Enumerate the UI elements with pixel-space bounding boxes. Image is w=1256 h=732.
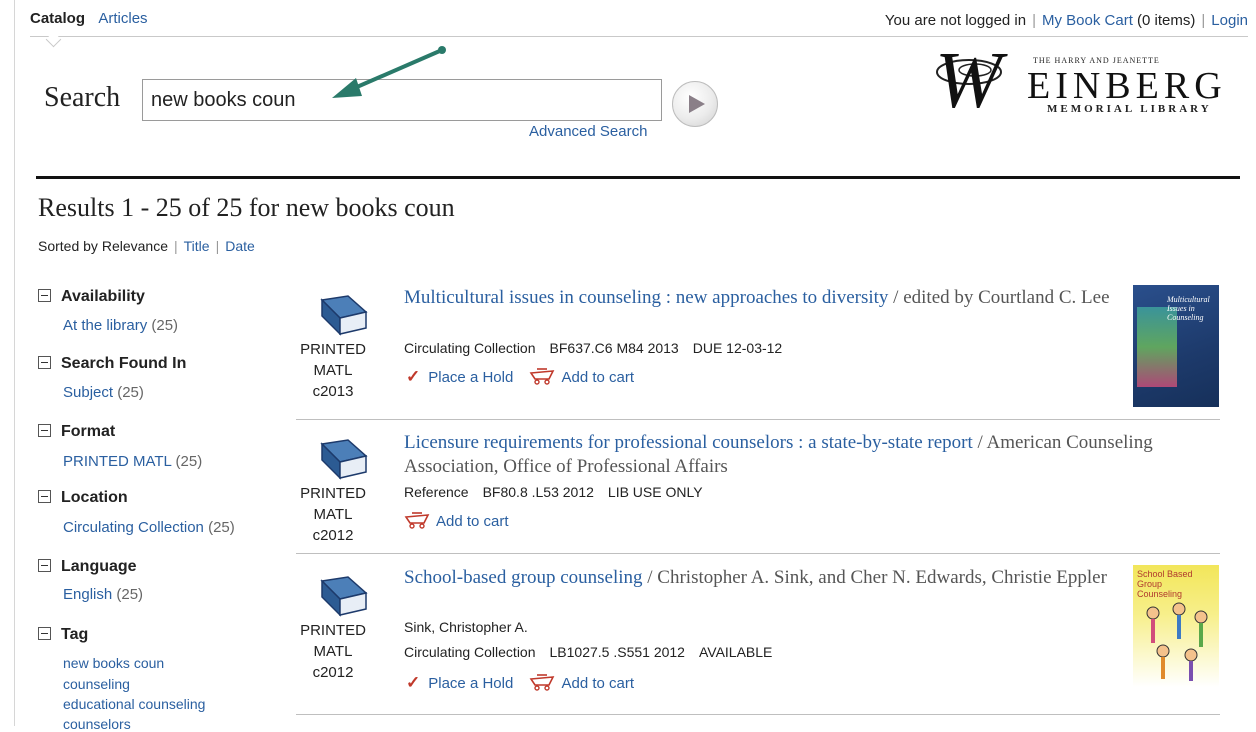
result-holdings: Circulating Collection LB1027.5 .S551 201… <box>404 644 773 660</box>
result-title-block: Multicultural issues in counseling : new… <box>404 286 1124 310</box>
result-title-link[interactable]: Multicultural issues in counseling : new… <box>404 287 888 308</box>
logo-name: EINBERG <box>1027 65 1227 107</box>
book-cart-link[interactable]: My Book Cart <box>1042 12 1133 29</box>
facet-item-english[interactable]: English (25) <box>63 586 143 603</box>
facet-language-header[interactable]: Language <box>38 558 137 576</box>
result-responsibility: / Christopher A. Sink, and Cher N. Edwar… <box>642 567 1107 588</box>
result-divider <box>296 419 1220 420</box>
logo-w: W <box>935 37 1002 125</box>
place-hold-link[interactable]: Place a Hold <box>428 675 513 692</box>
result-actions: Add to cart <box>404 511 509 530</box>
collapse-icon[interactable] <box>38 490 51 503</box>
result-title-block: School-based group counseling / Christop… <box>404 566 1124 590</box>
collapse-icon[interactable] <box>38 356 51 369</box>
facet-item-at-the-library[interactable]: At the library (25) <box>63 317 178 334</box>
annotation-arrow-icon <box>332 46 446 98</box>
tag-link[interactable]: counselors <box>63 716 131 732</box>
active-tab-caret <box>45 31 62 48</box>
tab-articles[interactable]: Articles <box>98 10 147 27</box>
sort-date-link[interactable]: Date <box>225 238 255 254</box>
tab-catalog[interactable]: Catalog <box>30 10 85 27</box>
result-responsibility: / edited by Courtland C. Lee <box>888 287 1110 308</box>
sort-prefix: Sorted by <box>38 238 98 254</box>
book-cover-image[interactable]: Multicultural Issues in Counseling <box>1133 285 1219 407</box>
result-format: PRINTED MATL c2012 <box>300 622 366 681</box>
result-divider <box>296 714 1220 715</box>
search-label: Search <box>44 82 121 113</box>
cover-title: School Based Group Counseling <box>1137 569 1193 599</box>
collapse-icon[interactable] <box>38 289 51 302</box>
header-divider <box>36 176 1240 179</box>
book-icon <box>320 576 368 617</box>
add-to-cart-link[interactable]: Add to cart <box>561 369 634 386</box>
add-to-cart-link[interactable]: Add to cart <box>436 513 509 530</box>
play-arrow-icon <box>689 95 705 113</box>
library-logo: W THE HARRY AND JEANETTE EINBERG MEMORIA… <box>935 37 1235 128</box>
tag-link[interactable]: new books coun <box>63 655 164 671</box>
cart-icon[interactable] <box>529 367 555 385</box>
result-title-link[interactable]: Licensure requirements for professional … <box>404 432 973 453</box>
facet-tag-header[interactable]: Tag <box>38 626 88 644</box>
facet-search-found-in-header[interactable]: Search Found In <box>38 355 186 373</box>
result-actions: ✓ Place a Hold Add to cart <box>406 673 634 693</box>
sort-bar: Sorted by Relevance | Title | Date <box>38 238 255 254</box>
result-title-link[interactable]: School-based group counseling <box>404 567 643 588</box>
tabs-divider <box>30 36 1248 37</box>
result-format: PRINTED MATL c2012 <box>300 485 366 544</box>
checkmark-icon: ✓ <box>406 673 421 692</box>
sort-title-link[interactable]: Title <box>184 238 210 254</box>
results-heading: Results 1 - 25 of 25 for new books coun <box>38 193 455 222</box>
login-status-text: You are not logged in <box>884 12 1027 29</box>
cart-count: (0 items) <box>1137 12 1196 29</box>
cart-icon[interactable] <box>529 673 555 691</box>
cover-illustration <box>1146 602 1208 681</box>
add-to-cart-link[interactable]: Add to cart <box>561 675 634 692</box>
user-bar: You are not logged in | My Book Cart (0 it… <box>884 12 1248 29</box>
collapse-icon[interactable] <box>38 424 51 437</box>
tag-link[interactable]: counseling <box>63 676 130 692</box>
facet-location-header[interactable]: Location <box>38 489 128 507</box>
facet-format-header[interactable]: Format <box>38 423 115 441</box>
login-link[interactable]: Login <box>1211 12 1248 29</box>
advanced-search-link[interactable]: Advanced Search <box>529 123 647 140</box>
collapse-icon[interactable] <box>38 559 51 572</box>
facet-item-subject[interactable]: Subject (25) <box>63 384 144 401</box>
facet-item-circulating-collection[interactable]: Circulating Collection (25) <box>63 519 235 536</box>
top-tabs: Catalog Articles <box>30 10 148 27</box>
result-actions: ✓ Place a Hold Add to cart <box>406 367 634 387</box>
result-holdings: Reference BF80.8 .L53 2012 LIB USE ONLY <box>404 484 703 500</box>
book-cover-image[interactable]: School Based Group Counseling <box>1133 565 1219 687</box>
cart-icon[interactable] <box>404 511 430 529</box>
place-hold-link[interactable]: Place a Hold <box>428 369 513 386</box>
book-icon <box>320 439 368 480</box>
result-holdings: Circulating Collection BF637.C6 M84 2013 D… <box>404 340 783 356</box>
search-submit-button[interactable] <box>672 81 718 127</box>
tag-link[interactable]: educational counseling <box>63 696 205 712</box>
sort-relevance: Relevance <box>101 238 168 254</box>
facet-item-printed-matl[interactable]: PRINTED MATL (25) <box>63 453 202 470</box>
result-divider <box>296 553 1220 554</box>
facet-availability-header[interactable]: Availability <box>38 288 145 306</box>
collapse-icon[interactable] <box>38 627 51 640</box>
book-icon <box>320 295 368 336</box>
result-title-block: Licensure requirements for professional … <box>404 431 1214 479</box>
checkmark-icon: ✓ <box>406 367 421 386</box>
result-format: PRINTED MATL c2013 <box>300 341 366 400</box>
logo-subtitle: MEMORIAL LIBRARY <box>1047 103 1212 115</box>
cover-title: Multicultural Issues in Counseling <box>1167 295 1210 322</box>
page-edge <box>14 0 15 726</box>
author-link[interactable]: Sink, Christopher A. <box>404 619 528 635</box>
